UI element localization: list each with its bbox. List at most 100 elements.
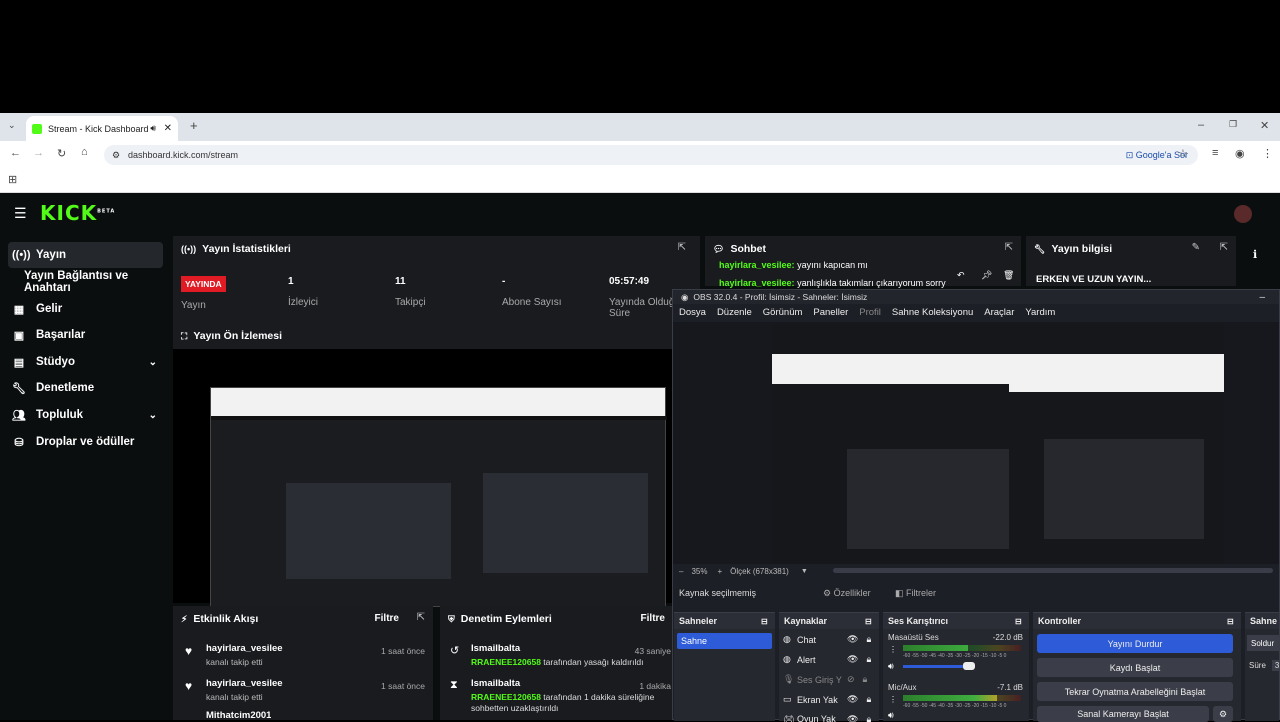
kick-logo[interactable]: KICKBETA — [40, 201, 115, 225]
menu-duzenle[interactable]: Düzenle — [717, 307, 752, 318]
chat-username[interactable]: hayirlara_vesilee: — [719, 278, 795, 288]
avatar[interactable] — [1234, 205, 1252, 223]
dock-menu-icon[interactable]: ⊟ — [1227, 617, 1234, 626]
home-icon[interactable]: ⌂ — [81, 146, 88, 158]
source-item[interactable]: 🎙︎ Ses Giriş Y ⊘ 🔒︎ — [783, 674, 867, 685]
filter-button[interactable]: Filtre — [375, 613, 399, 624]
undo-icon[interactable]: ↶ — [957, 270, 965, 281]
hamburger-menu-icon[interactable]: ☰ — [14, 205, 27, 222]
zoom-in-icon[interactable]: + — [717, 567, 722, 576]
eye-icon[interactable]: 👁︎ — [847, 694, 858, 705]
duration-input[interactable]: 30 — [1271, 660, 1279, 671]
sidebar-item-topluluk[interactable]: 👥︎ Topluluk ⌄ — [8, 402, 163, 428]
eye-hidden-icon[interactable]: ⊘ — [847, 674, 855, 685]
menu-yardim[interactable]: Yardım — [1025, 307, 1055, 318]
minimize-icon[interactable]: – — [1198, 119, 1204, 131]
forward-icon[interactable]: → — [33, 147, 44, 159]
popout-icon[interactable]: ⇱ — [1005, 242, 1013, 253]
volume-slider[interactable] — [903, 665, 969, 668]
zoom-out-icon[interactable]: – — [679, 567, 683, 576]
filter-button[interactable]: Filtre — [641, 613, 665, 624]
sidebar-item-stream-key[interactable]: Yayın Bağlantısı ve Anahtarı — [20, 269, 175, 295]
transition-select[interactable]: Soldur — [1247, 635, 1279, 651]
properties-button[interactable]: ⚙ Özellikler — [823, 588, 871, 599]
browser-menu-icon[interactable]: ⋮ — [1262, 147, 1273, 160]
start-replay-buffer-button[interactable]: Tekrar Oynatma Arabelleğini Başlat — [1037, 682, 1233, 701]
menu-araclar[interactable]: Araçlar — [984, 307, 1014, 318]
moderation-user[interactable]: Ismailbalta — [471, 643, 520, 654]
speaker-icon[interactable]: 🔊︎ — [150, 123, 156, 134]
dock-menu-icon[interactable]: ⊟ — [865, 617, 872, 626]
sidebar-item-droplar[interactable]: ⛁ Droplar ve ödüller — [8, 429, 163, 455]
close-tab-icon[interactable]: ✕ — [164, 123, 172, 134]
maximize-icon[interactable]: ❐ — [1229, 119, 1237, 130]
sidebar-item-gelir[interactable]: ▦ Gelir — [8, 296, 163, 322]
url-input[interactable]: ⚙ dashboard.kick.com/stream ⊡ Google'a S… — [104, 145, 1198, 165]
sidebar-item-studyo[interactable]: ▤ Stüdyo ⌄ — [8, 349, 163, 375]
chat-username[interactable]: hayirlara_vesilee: — [719, 260, 795, 270]
sidebar-item-basarilar[interactable]: ▣ Başarılar — [8, 322, 163, 348]
source-item[interactable]: 🎮︎ Oyun Yak 👁︎ 🔒︎ — [783, 714, 871, 722]
source-item[interactable]: ◍ Chat 👁︎ 🔒︎ — [783, 634, 871, 645]
reading-list-icon[interactable]: ≡ — [1212, 147, 1218, 159]
popout-icon[interactable]: ⇱ — [1220, 242, 1228, 253]
moderation-user[interactable]: Ismailbalta — [471, 678, 520, 689]
lock-icon[interactable]: 🔒︎ — [863, 674, 868, 685]
minimize-icon[interactable]: – — [1259, 292, 1265, 303]
lock-icon[interactable]: 🔒︎ — [866, 714, 871, 722]
scale-dropdown-icon[interactable]: ▼ — [801, 568, 808, 575]
stop-stream-button[interactable]: Yayını Durdur — [1037, 634, 1233, 653]
lock-icon[interactable]: 🔒︎ — [866, 694, 871, 705]
moderator-name[interactable]: RRAENEE120658 — [471, 692, 541, 702]
source-item[interactable]: ▭ Ekran Yak 👁︎ 🔒︎ — [783, 694, 871, 705]
popout-icon[interactable]: ⇱ — [678, 242, 686, 253]
menu-sahne-koleksiyonu[interactable]: Sahne Koleksiyonu — [892, 307, 973, 318]
filters-button[interactable]: ◧ Filtreler — [895, 588, 936, 599]
moderator-name[interactable]: RRAENEE120658 — [471, 657, 541, 667]
lock-icon[interactable]: 🔒︎ — [866, 634, 871, 645]
menu-dosya[interactable]: Dosya — [679, 307, 706, 318]
reload-icon[interactable]: ↻ — [57, 147, 66, 160]
info-icon[interactable]: ℹ — [1253, 248, 1257, 261]
pin-icon[interactable]: 📌︎ — [981, 270, 992, 281]
channel-menu-icon[interactable]: ⋮ — [889, 645, 897, 654]
chevron-down-icon[interactable]: ⌄ — [149, 357, 157, 368]
eye-icon[interactable]: 👁︎ — [847, 634, 858, 645]
preview-video[interactable] — [173, 349, 673, 607]
activity-user[interactable]: hayirlara_vesilee — [206, 678, 283, 689]
horizontal-scrollbar[interactable] — [833, 568, 1273, 573]
dock-menu-icon[interactable]: ⊟ — [761, 617, 771, 626]
profile-icon[interactable]: ◉ — [1235, 147, 1245, 160]
chevron-down-icon[interactable]: ⌄ — [149, 410, 157, 421]
start-recording-button[interactable]: Kaydı Başlat — [1037, 658, 1233, 677]
close-window-icon[interactable]: ✕ — [1260, 119, 1269, 132]
volume-slider-handle[interactable] — [963, 662, 975, 670]
sidebar-item-denetleme[interactable]: 🔧︎ Denetleme — [8, 375, 163, 401]
eye-icon[interactable]: 👁︎ — [847, 714, 858, 722]
new-tab-icon[interactable]: + — [190, 118, 198, 133]
eye-icon[interactable]: 👁︎ — [847, 654, 858, 665]
source-item[interactable]: ◍ Alert 👁︎ 🔒︎ — [783, 654, 871, 665]
trash-icon[interactable]: 🗑︎ — [1003, 270, 1014, 281]
site-info-icon[interactable]: ⚙ — [112, 150, 120, 161]
speaker-icon[interactable]: 🔊︎ — [888, 710, 894, 722]
menu-profil[interactable]: Profil — [859, 307, 881, 318]
channel-menu-icon[interactable]: ⋮ — [889, 695, 897, 704]
activity-user[interactable]: hayirlara_vesilee — [206, 643, 283, 654]
popout-icon[interactable]: ⇱ — [417, 612, 425, 623]
browser-tab[interactable]: Stream - Kick Dashboard 🔊︎ ✕ — [26, 116, 178, 141]
dock-menu-icon[interactable]: ⊟ — [1015, 617, 1022, 626]
obs-preview[interactable] — [673, 322, 1279, 564]
lock-icon[interactable]: 🔒︎ — [866, 654, 871, 665]
speaker-icon[interactable]: 🔊︎ — [888, 661, 894, 672]
menu-gorunum[interactable]: Görünüm — [763, 307, 803, 318]
sidebar-item-yayin[interactable]: ((•)) Yayın — [8, 242, 163, 268]
scene-item[interactable]: Sahne — [677, 633, 772, 649]
bookmark-star-icon[interactable]: ☆ — [1178, 147, 1188, 160]
back-icon[interactable]: ← — [10, 147, 21, 159]
edit-pencil-icon[interactable]: ✎ — [1192, 242, 1200, 253]
tab-menu-chevron-icon[interactable]: ⌄ — [8, 120, 16, 131]
activity-user[interactable]: Mithatcim2001 — [206, 710, 271, 720]
menu-paneller[interactable]: Paneller — [813, 307, 848, 318]
apps-grid-icon[interactable]: ⊞ — [8, 173, 17, 186]
